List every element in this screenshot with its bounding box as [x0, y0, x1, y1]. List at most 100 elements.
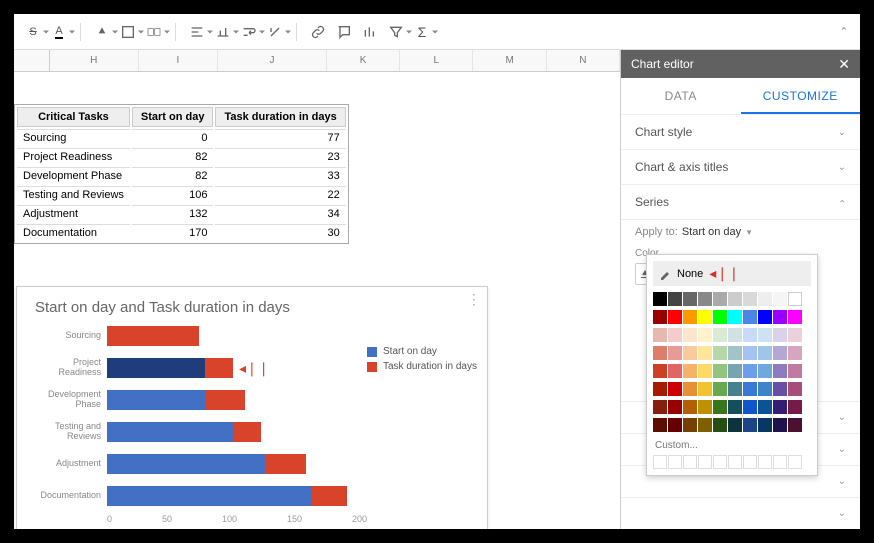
color-swatch[interactable] — [788, 292, 802, 306]
color-swatch[interactable] — [698, 418, 712, 432]
color-swatch[interactable] — [773, 292, 787, 306]
color-swatch[interactable] — [668, 400, 682, 414]
chart-bar[interactable]: ProjectReadiness◂❘❘ — [27, 352, 367, 384]
color-swatch[interactable] — [713, 292, 727, 306]
custom-swatch-row[interactable] — [653, 455, 811, 469]
embedded-chart[interactable]: ⋮ Start on day and Task duration in days… — [16, 286, 488, 529]
color-swatch[interactable] — [698, 400, 712, 414]
color-swatch[interactable] — [743, 328, 757, 342]
color-swatch[interactable] — [653, 346, 667, 360]
color-swatch[interactable] — [698, 346, 712, 360]
color-swatch[interactable] — [788, 364, 802, 378]
color-swatch[interactable] — [653, 310, 667, 324]
color-swatch[interactable] — [713, 382, 727, 396]
color-swatch[interactable] — [683, 292, 697, 306]
color-swatch[interactable] — [728, 382, 742, 396]
color-swatch[interactable] — [788, 400, 802, 414]
color-swatch[interactable] — [698, 382, 712, 396]
chart-button[interactable] — [359, 21, 381, 43]
color-swatch[interactable] — [773, 382, 787, 396]
strikethrough-button[interactable]: S — [22, 21, 44, 43]
color-swatch[interactable] — [788, 310, 802, 324]
color-swatch[interactable] — [698, 292, 712, 306]
color-swatch[interactable] — [773, 346, 787, 360]
valign-button[interactable] — [212, 21, 234, 43]
color-swatch[interactable] — [668, 382, 682, 396]
color-swatch[interactable] — [728, 346, 742, 360]
color-swatch[interactable] — [728, 328, 742, 342]
link-button[interactable] — [307, 21, 329, 43]
color-swatch[interactable] — [758, 400, 772, 414]
color-swatch[interactable] — [788, 346, 802, 360]
color-swatch[interactable] — [668, 310, 682, 324]
section-chart-style[interactable]: Chart style⌄ — [621, 114, 860, 149]
color-swatch[interactable] — [698, 310, 712, 324]
color-swatch[interactable] — [653, 382, 667, 396]
collapse-toolbar-icon[interactable]: ⌃ — [840, 26, 848, 37]
color-swatch[interactable] — [698, 364, 712, 378]
filter-button[interactable] — [385, 21, 407, 43]
color-swatch[interactable] — [683, 346, 697, 360]
section-collapsed[interactable]: ⌄ — [621, 497, 860, 529]
textcolor-button[interactable]: A — [48, 21, 70, 43]
color-swatch[interactable] — [758, 310, 772, 324]
color-swatch[interactable] — [788, 418, 802, 432]
rotate-button[interactable] — [264, 21, 286, 43]
color-swatch[interactable] — [683, 382, 697, 396]
color-swatch[interactable] — [758, 364, 772, 378]
color-swatch[interactable] — [788, 328, 802, 342]
color-swatch[interactable] — [728, 418, 742, 432]
color-swatch[interactable] — [728, 292, 742, 306]
color-swatch[interactable] — [758, 382, 772, 396]
color-swatch[interactable] — [683, 328, 697, 342]
color-swatch[interactable] — [653, 364, 667, 378]
section-chart-axis-titles[interactable]: Chart & axis titles⌄ — [621, 149, 860, 184]
color-swatch[interactable] — [743, 292, 757, 306]
color-swatch[interactable] — [653, 328, 667, 342]
palette-none-row[interactable]: None ◂❘❘ — [653, 261, 811, 286]
color-swatch[interactable] — [713, 346, 727, 360]
color-swatch[interactable] — [713, 310, 727, 324]
comment-button[interactable] — [333, 21, 355, 43]
color-swatch[interactable] — [773, 400, 787, 414]
color-swatch[interactable] — [773, 328, 787, 342]
color-swatch[interactable] — [773, 310, 787, 324]
color-swatch[interactable] — [758, 418, 772, 432]
chart-bar[interactable]: Documentation — [27, 480, 367, 512]
chart-menu-icon[interactable]: ⋮ — [467, 291, 481, 308]
color-swatch[interactable] — [743, 400, 757, 414]
color-swatch[interactable] — [713, 364, 727, 378]
color-swatch[interactable] — [758, 328, 772, 342]
tab-customize[interactable]: CUSTOMIZE — [741, 78, 861, 114]
chart-plot-area[interactable]: SourcingProjectReadiness◂❘❘DevelopmentPh… — [27, 320, 367, 529]
color-swatch[interactable] — [713, 418, 727, 432]
color-swatch[interactable] — [683, 418, 697, 432]
color-swatch[interactable] — [713, 400, 727, 414]
custom-color-label[interactable]: Custom... — [653, 436, 811, 455]
color-swatch[interactable] — [728, 364, 742, 378]
chart-bar[interactable]: Adjustment — [27, 448, 367, 480]
color-swatch[interactable] — [743, 364, 757, 378]
color-swatch[interactable] — [683, 310, 697, 324]
close-icon[interactable]: ✕ — [838, 56, 850, 73]
color-swatch[interactable] — [698, 328, 712, 342]
chart-bar[interactable]: Sourcing — [27, 320, 367, 352]
merge-button[interactable] — [143, 21, 165, 43]
color-swatch[interactable] — [773, 364, 787, 378]
spreadsheet-grid[interactable]: H I J K L M N Critical Tasks Start on da… — [14, 50, 620, 529]
color-swatch[interactable] — [728, 310, 742, 324]
color-swatch[interactable] — [683, 364, 697, 378]
color-swatch[interactable] — [668, 346, 682, 360]
color-swatch[interactable] — [668, 292, 682, 306]
color-swatch[interactable] — [743, 310, 757, 324]
color-swatch[interactable] — [728, 400, 742, 414]
color-swatch[interactable] — [653, 400, 667, 414]
color-swatch[interactable] — [668, 418, 682, 432]
color-swatch[interactable] — [713, 328, 727, 342]
color-swatch[interactable] — [758, 292, 772, 306]
halign-button[interactable] — [186, 21, 208, 43]
color-swatch[interactable] — [773, 418, 787, 432]
color-swatch[interactable] — [668, 328, 682, 342]
color-swatch[interactable] — [653, 292, 667, 306]
data-table[interactable]: Critical Tasks Start on day Task duratio… — [14, 104, 349, 244]
